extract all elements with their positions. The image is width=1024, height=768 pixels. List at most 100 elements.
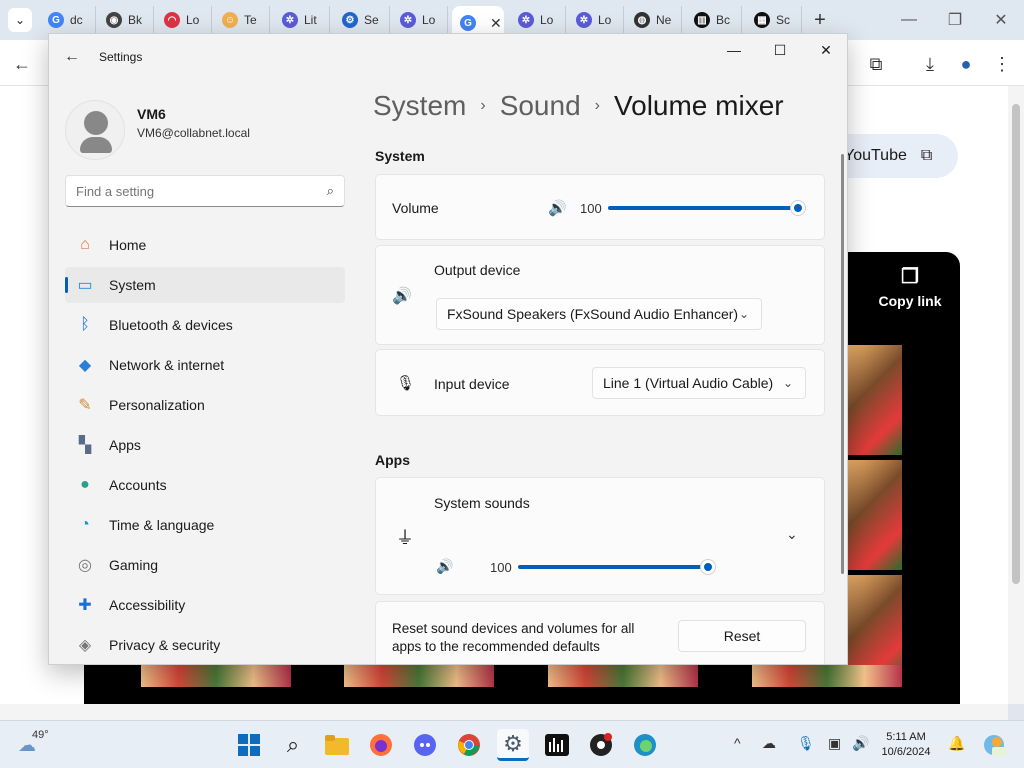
browser-tab[interactable]: ◉ Bk bbox=[98, 6, 154, 34]
video-thumbnail[interactable] bbox=[752, 665, 902, 687]
tab-favicon-icon: G bbox=[48, 12, 64, 28]
sidebar-item-system[interactable]: ▭ System bbox=[65, 267, 345, 303]
clock-time: 5:11 AM bbox=[886, 731, 926, 743]
expand-chevron-icon[interactable]: ⌄ bbox=[786, 526, 798, 543]
sidebar-item-apps[interactable]: ▚ Apps bbox=[65, 427, 345, 463]
discord-icon bbox=[414, 734, 436, 756]
browser-close-button[interactable]: ✕ bbox=[978, 8, 1024, 32]
copy-link-button[interactable]: ❐ Copy link bbox=[870, 264, 950, 309]
downloads-button[interactable]: ⤓ bbox=[916, 50, 944, 78]
video-thumbnail[interactable] bbox=[344, 665, 494, 687]
search-button[interactable]: ⌕ bbox=[277, 729, 309, 761]
copilot-button[interactable] bbox=[978, 729, 1010, 761]
microphone-icon[interactable]: 🎙 bbox=[797, 735, 815, 752]
browser-tab[interactable]: ◍ Ne bbox=[626, 6, 682, 34]
share-youtube-button[interactable]: YouTube ⧉ bbox=[830, 134, 958, 178]
browser-tab[interactable]: ✲ Lo bbox=[392, 6, 448, 34]
page-scrollbar-thumb[interactable] bbox=[1012, 104, 1020, 584]
browser-tab[interactable]: ☺ Te bbox=[214, 6, 270, 34]
system-sounds-slider-track[interactable] bbox=[518, 565, 708, 569]
back-button[interactable]: ← bbox=[8, 50, 36, 78]
tab-search-button[interactable]: ⌄ bbox=[8, 8, 32, 32]
settings-minimize-button[interactable]: — bbox=[711, 38, 757, 62]
volume-slider-track[interactable] bbox=[608, 206, 798, 210]
extensions-button[interactable]: ⧉ bbox=[862, 50, 890, 78]
output-device-dropdown[interactable]: FxSound Speakers (FxSound Audio Enhancer… bbox=[436, 298, 762, 330]
start-button[interactable] bbox=[233, 729, 265, 761]
firefox-icon bbox=[370, 734, 392, 756]
settings-back-button[interactable]: ← bbox=[61, 46, 83, 68]
speaker-icon[interactable]: 🔊 bbox=[436, 558, 453, 575]
breadcrumb-system[interactable]: System bbox=[373, 90, 466, 122]
breadcrumb-sound[interactable]: Sound bbox=[500, 90, 581, 122]
input-device-dropdown[interactable]: Line 1 (Virtual Audio Cable) ⌄ bbox=[592, 367, 806, 399]
sidebar-item-personalization[interactable]: ✎ Personalization bbox=[65, 387, 345, 423]
browser-tab[interactable]: ✲ Lit bbox=[274, 6, 330, 34]
equalizer-icon bbox=[545, 734, 569, 756]
speaker-icon[interactable]: 🔊 bbox=[852, 735, 869, 752]
sidebar-item-privacy-security[interactable]: ◈ Privacy & security bbox=[65, 627, 345, 663]
discord-button[interactable] bbox=[409, 729, 441, 761]
browser-tab[interactable]: ◠ Lo bbox=[156, 6, 212, 34]
browser-tab[interactable]: ✲ Lo bbox=[568, 6, 624, 34]
browser-tab[interactable]: ▦ Sc bbox=[746, 6, 802, 34]
display-icon[interactable]: ▣ bbox=[828, 735, 841, 752]
settings-window: ← Settings — ☐ ✕ VM6 VM6@collabnet.local… bbox=[48, 33, 848, 665]
settings-close-button[interactable]: ✕ bbox=[803, 38, 847, 62]
chrome-icon bbox=[458, 734, 480, 756]
settings-maximize-button[interactable]: ☐ bbox=[757, 38, 803, 62]
volume-slider-thumb[interactable] bbox=[791, 201, 805, 215]
new-tab-button[interactable]: + bbox=[808, 8, 832, 32]
tab-label: Sc bbox=[776, 13, 791, 27]
audio-app-button[interactable] bbox=[541, 729, 573, 761]
tray-overflow-chevron-icon[interactable]: ^ bbox=[734, 735, 741, 751]
browser-tab[interactable]: ✲ Lo bbox=[510, 6, 566, 34]
sidebar-item-label: Bluetooth & devices bbox=[109, 317, 233, 333]
search-icon[interactable]: ⌕ bbox=[327, 183, 334, 199]
video-thumbnail[interactable] bbox=[548, 665, 698, 687]
onedrive-icon[interactable]: ☁ bbox=[762, 735, 776, 752]
back-arrow-icon: ← bbox=[64, 48, 80, 65]
sidebar-item-accessibility[interactable]: ✚ Accessibility bbox=[65, 587, 345, 623]
sidebar-item-network-internet[interactable]: ◆ Network & internet bbox=[65, 347, 345, 383]
settings-taskbar-button[interactable]: ⚙ bbox=[497, 729, 529, 761]
video-thumbnail[interactable] bbox=[141, 665, 291, 687]
tab-favicon-icon: ◍ bbox=[634, 12, 650, 28]
sidebar-item-time-language[interactable]: ◔ Time & language bbox=[65, 507, 345, 543]
obs-button[interactable] bbox=[585, 729, 617, 761]
browser-menu-button[interactable]: ⋮ bbox=[988, 50, 1016, 78]
reset-button[interactable]: Reset bbox=[678, 620, 806, 652]
edge-button[interactable] bbox=[629, 729, 661, 761]
chrome-button[interactable] bbox=[453, 729, 485, 761]
browser-tab[interactable]: ⚙ Se bbox=[334, 6, 390, 34]
tab-label: Se bbox=[364, 13, 379, 27]
sidebar-item-label: Home bbox=[109, 237, 147, 253]
tab-label: Lo bbox=[422, 13, 436, 27]
browser-minimize-button[interactable]: — bbox=[886, 8, 932, 32]
tab-favicon-icon: ✲ bbox=[282, 12, 298, 28]
reset-description: Reset sound devices and volumes for all … bbox=[392, 621, 635, 654]
weather-widget[interactable]: ☁ 49° bbox=[18, 729, 58, 761]
profile-button[interactable]: ● bbox=[952, 50, 980, 78]
settings-scrollbar[interactable] bbox=[841, 154, 844, 574]
tab-close-icon[interactable]: ✕ bbox=[490, 15, 502, 32]
sidebar-item-home[interactable]: ⌂ Home bbox=[65, 227, 345, 263]
notification-bell-icon[interactable]: 🔔 bbox=[948, 735, 965, 752]
speaker-icon[interactable]: 🔊 bbox=[548, 199, 567, 217]
system-sounds-slider-thumb[interactable] bbox=[701, 560, 715, 574]
browser-maximize-button[interactable]: ❐ bbox=[932, 8, 978, 32]
video-thumbnail[interactable] bbox=[848, 460, 902, 570]
search-input[interactable] bbox=[66, 176, 306, 206]
breadcrumb: System › Sound › Volume mixer bbox=[373, 90, 784, 122]
clock[interactable]: 5:11 AM 10/6/2024 bbox=[876, 730, 936, 760]
sidebar-item-bluetooth-devices[interactable]: ᛒ Bluetooth & devices bbox=[65, 307, 345, 343]
sidebar-item-accounts[interactable]: ● Accounts bbox=[65, 467, 345, 503]
browser-tab[interactable]: Gdc bbox=[40, 6, 96, 34]
file-explorer-button[interactable] bbox=[321, 729, 353, 761]
firefox-button[interactable] bbox=[365, 729, 397, 761]
page-horizontal-scrollbar[interactable] bbox=[0, 704, 1008, 720]
sidebar-item-gaming[interactable]: ◎ Gaming bbox=[65, 547, 345, 583]
browser-tab[interactable]: ▥ Bc bbox=[686, 6, 742, 34]
tab-label: Lo bbox=[540, 13, 554, 27]
video-thumbnail[interactable] bbox=[848, 345, 902, 455]
